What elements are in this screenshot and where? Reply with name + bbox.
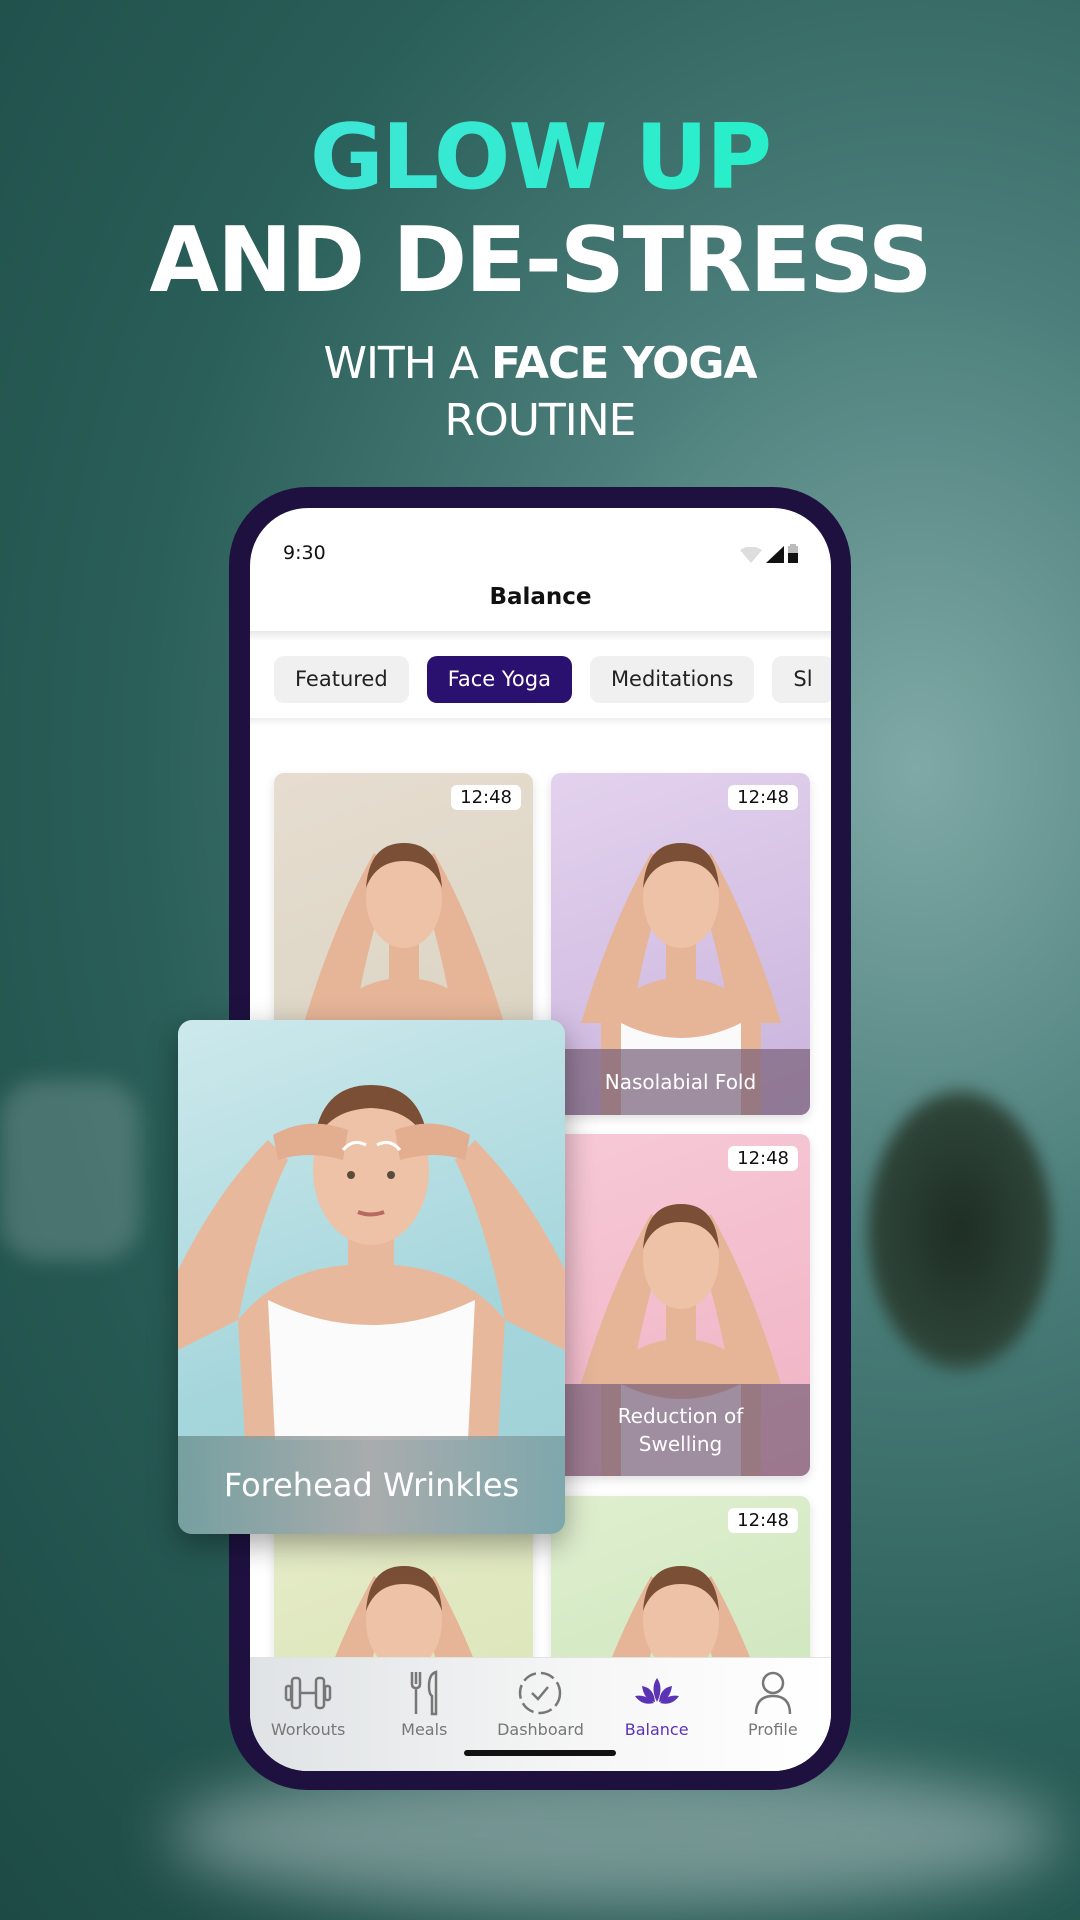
duration-badge: 12:48: [728, 1508, 798, 1533]
nav-label: Meals: [401, 1720, 448, 1739]
video-card[interactable]: 12:48 Reduction of Swelling: [551, 1134, 810, 1476]
divider: [250, 718, 831, 726]
nav-profile[interactable]: Profile: [723, 1670, 823, 1771]
nav-label: Profile: [747, 1720, 798, 1739]
duration-badge: 12:48: [451, 785, 521, 810]
tab-featured[interactable]: Featured: [274, 656, 409, 703]
subheadline-line2: ROUTINE: [444, 395, 637, 446]
wifi-icon: [740, 547, 762, 563]
subheadline: WITH A FACE YOGA: [0, 338, 1080, 389]
person-icon: [754, 1671, 792, 1715]
background-blur: [860, 1080, 1060, 1380]
fork-knife-icon: [411, 1670, 438, 1716]
card-title: Forehead Wrinkles: [178, 1436, 565, 1534]
check-circle-icon: [519, 1671, 562, 1715]
lotus-icon: [634, 1678, 679, 1704]
background-blur: [0, 1080, 140, 1260]
nav-balance[interactable]: Balance: [607, 1670, 707, 1771]
battery-icon: [788, 544, 798, 563]
duration-badge: 12:48: [728, 1146, 798, 1171]
nav-label: Balance: [624, 1720, 689, 1739]
video-card[interactable]: 12:48 Nasolabial Fold: [551, 773, 810, 1115]
featured-card-forehead-wrinkles[interactable]: Forehead Wrinkles: [178, 1020, 565, 1534]
nav-workouts[interactable]: Workouts: [258, 1670, 358, 1771]
card-title: Reduction of Swelling: [551, 1384, 810, 1476]
tab-meditations[interactable]: Meditations: [589, 656, 755, 703]
sub-text: WITH A: [323, 338, 491, 389]
home-indicator[interactable]: [464, 1750, 616, 1756]
duration-badge: 12:48: [728, 785, 798, 810]
status-time: 9:30: [283, 542, 326, 564]
card-title: Nasolabial Fold: [551, 1049, 810, 1115]
headline-de-stress: AND DE-STRESS: [149, 208, 932, 313]
page-title: Balance: [489, 584, 592, 610]
signal-icon: [766, 546, 784, 563]
nav-meals[interactable]: Meals: [374, 1670, 474, 1771]
category-tabs: Featured Face Yoga Meditations Sl: [274, 656, 831, 703]
headline-glow-up: GLOW UP: [0, 105, 1080, 210]
tab-sleep[interactable]: Sl: [772, 656, 831, 703]
nav-label: Workouts: [270, 1720, 346, 1739]
dumbbell-icon: [284, 1676, 332, 1710]
tab-face-yoga[interactable]: Face Yoga: [426, 656, 572, 703]
status-icons: [740, 544, 798, 563]
nav-label: Dashboard: [497, 1720, 584, 1739]
sub-bold: FACE YOGA: [490, 338, 758, 389]
divider: [250, 631, 831, 641]
